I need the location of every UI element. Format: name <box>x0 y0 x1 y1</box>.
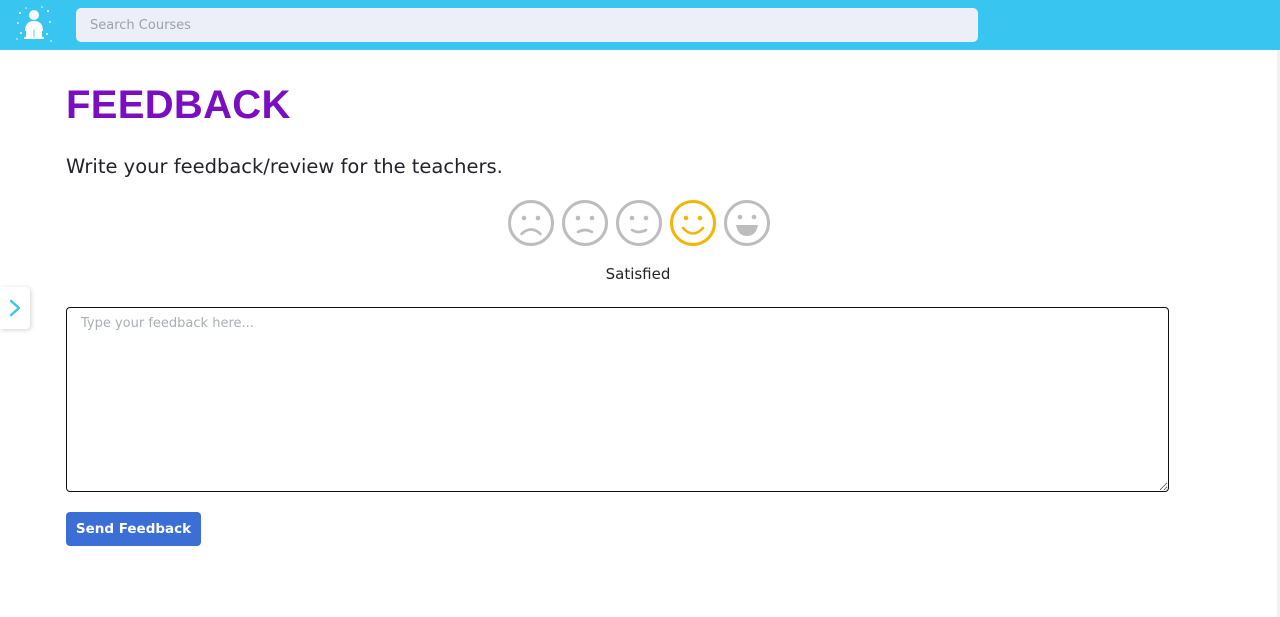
feedback-textarea[interactable] <box>66 307 1169 492</box>
rating-faces <box>507 199 771 247</box>
grinning-face-icon[interactable] <box>723 199 771 247</box>
chevron-right-icon <box>9 299 21 317</box>
student-reading-icon[interactable] <box>14 5 54 45</box>
top-navbar <box>0 0 1280 50</box>
smiling-face-icon[interactable] <box>669 199 717 247</box>
sidebar-toggle-button[interactable] <box>0 287 30 329</box>
sad-face-icon[interactable] <box>507 199 555 247</box>
page-title: FEEDBACK <box>66 83 291 127</box>
page-subtitle: Write your feedback/review for the teach… <box>66 155 503 178</box>
send-feedback-button[interactable]: Send Feedback <box>66 512 201 546</box>
slightly-sad-face-icon[interactable] <box>561 199 609 247</box>
rating-label: Satisfied <box>605 265 671 283</box>
search-input[interactable] <box>76 8 978 42</box>
neutral-face-icon[interactable] <box>615 199 663 247</box>
